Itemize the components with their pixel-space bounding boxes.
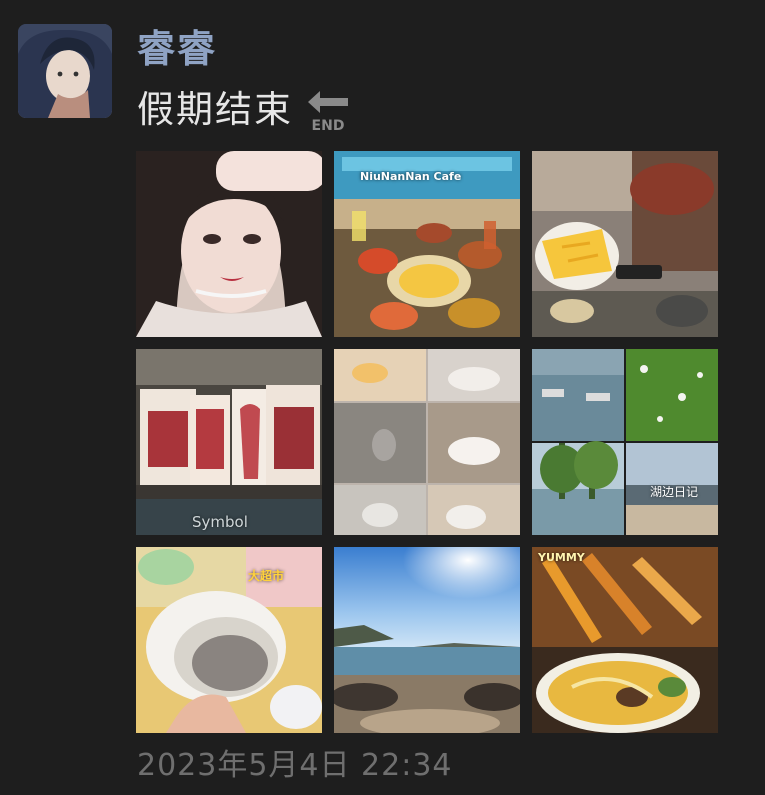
- end-badge-label: END: [312, 118, 345, 134]
- avatar-illustration: [18, 24, 112, 118]
- back-arrow-icon: END: [308, 91, 348, 134]
- photo-cats-image: [334, 349, 520, 535]
- photo-cafe-caption: NiuNanNan Cafe: [360, 170, 462, 183]
- photo-shoe-caption: 大超市: [248, 569, 285, 583]
- photo-lake-collage[interactable]: 湖边日记: [532, 349, 718, 535]
- photo-papercut-image: [136, 349, 322, 535]
- photo-lake-image: [532, 349, 718, 535]
- photo-selfie[interactable]: [136, 151, 322, 337]
- photo-seaside-image: [334, 547, 520, 733]
- end-arrow-badge: END: [304, 88, 352, 134]
- photo-skewers-image: [532, 547, 718, 733]
- photo-mango-dishes[interactable]: [532, 151, 718, 337]
- photo-lake-caption: 湖边日记: [650, 485, 699, 499]
- photo-cafe-table[interactable]: NiuNanNan Cafe: [334, 151, 520, 337]
- photo-skewers-noodles[interactable]: YUMMY: [532, 547, 718, 733]
- photo-selfie-image: [136, 151, 322, 337]
- photo-skewers-caption: YUMMY: [538, 551, 585, 564]
- photo-papercut-caption: Symbol: [192, 513, 248, 531]
- photo-grid: NiuNanNan Cafe Symbol 湖边日记 大超市 YUMMY: [136, 151, 720, 733]
- user-avatar[interactable]: [18, 24, 112, 118]
- post-timestamp: 2023年5月4日 22:34: [137, 748, 453, 783]
- username[interactable]: 睿睿: [137, 24, 217, 74]
- photo-shoe[interactable]: 大超市: [136, 547, 322, 733]
- photo-papercut-cards[interactable]: Symbol: [136, 349, 322, 535]
- photo-cats-collage[interactable]: [334, 349, 520, 535]
- photo-seaside[interactable]: [334, 547, 520, 733]
- photo-shoe-image: [136, 547, 322, 733]
- photo-mango-image: [532, 151, 718, 337]
- post-text: 假期结束: [137, 88, 293, 131]
